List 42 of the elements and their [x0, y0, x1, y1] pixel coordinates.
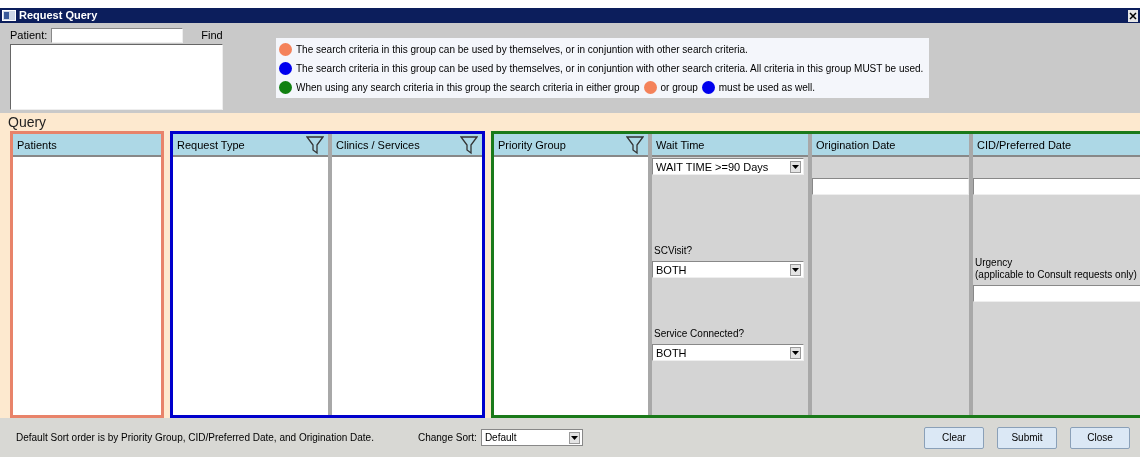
filter-icon	[460, 134, 478, 155]
legend-text: must be used as well.	[718, 80, 815, 95]
legend-text: The search criteria in this group can be used by themselves, or in conjuntion with other search criteria.	[296, 42, 748, 57]
input-field[interactable]	[973, 285, 1140, 303]
dropdown-arrow-icon	[792, 164, 799, 169]
close-button[interactable]	[1128, 9, 1138, 22]
patient-field[interactable]	[51, 27, 184, 43]
footer-button[interactable]: Close	[1070, 426, 1130, 449]
dropdown[interactable]: WAIT TIME >=90 Days	[652, 158, 804, 176]
input-field[interactable]	[812, 178, 969, 196]
field-label: SCVisit?	[653, 245, 694, 258]
legend-text: The search criteria in this group can be used by themselves, or in conjuntion with other search criteria. All criteria in this group MUST be used.	[296, 61, 924, 76]
patient-label: Patient:	[10, 27, 48, 43]
field-label: Service Connected?	[653, 328, 746, 341]
dropdown-arrow-icon	[792, 267, 799, 272]
dropdown[interactable]: BOTH	[652, 261, 804, 279]
column-header: Priority Group	[498, 137, 566, 153]
column-header: Wait Time	[656, 137, 705, 153]
query-title: Query	[7, 113, 48, 132]
sort-label: Change Sort:	[417, 431, 477, 446]
sort-note: Default Sort order is by Priority Group, CID/Preferred Date, and Origination Date.	[16, 431, 374, 446]
legend-text: When using any search criteria in this group the search criteria in either group	[296, 80, 640, 95]
column-header: Clinics / Services	[336, 137, 420, 153]
footer-button[interactable]: Submit	[997, 426, 1057, 449]
find-label: Find	[201, 27, 223, 43]
sort-dropdown[interactable]: Default	[480, 429, 583, 447]
filter-icon	[626, 134, 644, 155]
column-header: Request Type	[177, 137, 245, 153]
close-icon	[1129, 11, 1137, 20]
filter-icon	[306, 134, 324, 155]
footer-button[interactable]: Clear	[924, 426, 984, 449]
window-title: Request Query	[19, 8, 98, 24]
dropdown-arrow-icon	[570, 435, 578, 440]
app-icon	[2, 10, 16, 21]
legend-text: or group	[660, 80, 698, 95]
field-label: Urgency (applicable to Consult requests only)	[974, 257, 1138, 282]
column-header: Patients	[17, 137, 57, 153]
column-header: Origination Date	[816, 137, 896, 153]
dropdown-arrow-icon	[792, 350, 799, 355]
column-header: CID/Preferred Date	[977, 137, 1072, 153]
dropdown[interactable]: BOTH	[652, 344, 804, 362]
input-field[interactable]	[973, 178, 1140, 196]
